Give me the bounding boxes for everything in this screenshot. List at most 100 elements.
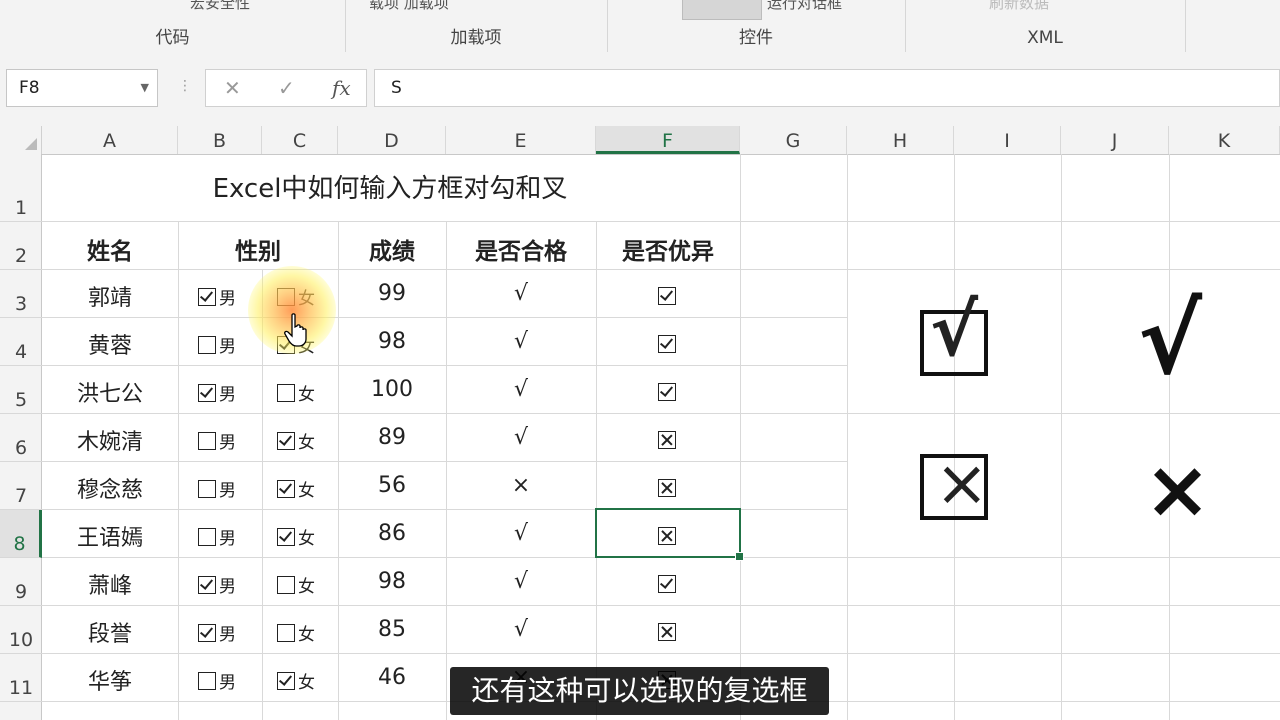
checkbox-male[interactable]: 男 xyxy=(198,380,262,406)
pass-cell: √ xyxy=(513,281,529,306)
gridline xyxy=(740,154,741,720)
score-cell: 89 xyxy=(378,425,406,450)
row-header-1[interactable]: 1 xyxy=(0,154,42,222)
checkbox-icon[interactable] xyxy=(198,432,216,450)
pass-cell: √ xyxy=(513,329,529,354)
gridline xyxy=(1169,154,1170,720)
cancel-icon[interactable]: ✕ xyxy=(224,76,241,100)
column-header-h[interactable]: H xyxy=(847,126,954,154)
row-header-7[interactable]: 7 xyxy=(0,462,42,510)
checkbox-female[interactable]: 女 xyxy=(277,668,338,694)
gridline xyxy=(1061,154,1062,720)
refresh-data-button[interactable]: 刷新数据 xyxy=(989,0,1049,13)
row-header-4[interactable]: 4 xyxy=(0,318,42,366)
ribbon-group-addins: 载项 加载项 加载项 xyxy=(345,0,608,52)
insert-function-icon[interactable]: fx xyxy=(332,76,351,100)
checkbox-icon[interactable] xyxy=(198,576,216,594)
column-header-f[interactable]: F xyxy=(596,126,740,154)
excellent-cell xyxy=(596,428,740,453)
checkbox-icon[interactable] xyxy=(198,528,216,546)
run-dialog-button[interactable]: 运行对话框 xyxy=(767,0,842,13)
checkbox-male[interactable]: 男 xyxy=(198,332,262,358)
checkbox-icon[interactable] xyxy=(277,432,295,450)
student-name: 段誉 xyxy=(87,622,132,647)
column-header-g[interactable]: G xyxy=(740,126,847,154)
header-gender: 性别 xyxy=(235,239,281,265)
column-header-d[interactable]: D xyxy=(338,126,446,154)
score-cell: 98 xyxy=(378,569,406,594)
student-name: 萧峰 xyxy=(87,574,132,599)
row-header-11[interactable]: 11 xyxy=(0,654,42,702)
ribbon-group-controls: 运行对话框 控件 xyxy=(607,0,906,52)
video-caption: 还有这种可以选取的复选框 xyxy=(450,667,829,715)
checkbox-male[interactable]: 男 xyxy=(198,524,262,550)
excellent-cell xyxy=(596,380,740,405)
name-box[interactable]: F8 ▼ xyxy=(6,69,158,107)
select-all-corner[interactable] xyxy=(0,126,42,154)
checkbox-icon[interactable] xyxy=(198,384,216,402)
checkbox-female[interactable]: 女 xyxy=(277,428,338,454)
column-header-b[interactable]: B xyxy=(178,126,262,154)
student-name: 华筝 xyxy=(87,670,132,695)
group-label-xml: XML xyxy=(1027,28,1063,48)
checkbox-icon[interactable] xyxy=(198,672,216,690)
score-cell: 56 xyxy=(378,473,406,498)
column-header-j[interactable]: J xyxy=(1061,126,1169,154)
column-header-e[interactable]: E xyxy=(446,126,596,154)
checkbox-icon[interactable] xyxy=(198,336,216,354)
selected-cell-f8[interactable] xyxy=(595,508,744,561)
column-header-a[interactable]: A xyxy=(42,126,178,154)
checkbox-female[interactable]: 女 xyxy=(277,476,338,502)
checkbox-icon[interactable] xyxy=(277,624,295,642)
checkbox-icon[interactable] xyxy=(277,528,295,546)
hand-cursor-icon xyxy=(284,313,307,347)
row-header-3[interactable]: 3 xyxy=(0,270,42,318)
column-header-k[interactable]: K xyxy=(1169,126,1280,154)
checkbox-female[interactable]: 女 xyxy=(277,524,338,550)
checked-box-icon xyxy=(657,575,676,593)
excellent-cell xyxy=(596,620,740,645)
control-preview[interactable] xyxy=(682,0,762,20)
row-header-8[interactable]: 8 xyxy=(0,510,42,558)
row-header-6[interactable]: 6 xyxy=(0,414,42,462)
gridline xyxy=(42,221,1280,222)
sheet-title: Excel中如何输入方框对勾和叉 xyxy=(212,174,568,204)
checkbox-icon[interactable] xyxy=(277,480,295,498)
checkbox-male[interactable]: 男 xyxy=(198,572,262,598)
column-header-i[interactable]: I xyxy=(954,126,1061,154)
group-label-controls: 控件 xyxy=(739,28,773,48)
addins-button[interactable]: 载项 加载项 xyxy=(369,0,449,13)
checkbox-female[interactable]: 女 xyxy=(277,620,338,646)
checkbox-icon[interactable] xyxy=(277,672,295,690)
row-header-5[interactable]: 5 xyxy=(0,366,42,414)
pass-cell: √ xyxy=(513,377,529,402)
checkbox-icon[interactable] xyxy=(198,480,216,498)
macro-security-button[interactable]: 宏安全性 xyxy=(190,0,250,13)
column-headers: A B C D E F G H I J K xyxy=(0,126,1280,155)
checkbox-icon[interactable] xyxy=(277,576,295,594)
checkbox-male[interactable]: 男 xyxy=(198,428,262,454)
big-cross-icon: × xyxy=(1144,443,1212,536)
checkbox-female[interactable]: 女 xyxy=(277,572,338,598)
checkbox-male[interactable]: 男 xyxy=(198,476,262,502)
score-cell: 98 xyxy=(378,329,406,354)
checkbox-icon[interactable] xyxy=(198,288,216,306)
checkbox-male[interactable]: 男 xyxy=(198,668,262,694)
pass-cell: × xyxy=(511,473,531,498)
formula-input[interactable]: S xyxy=(374,69,1280,107)
checkbox-icon[interactable] xyxy=(277,384,295,402)
crossed-box-icon xyxy=(657,431,676,449)
checkbox-female[interactable]: 女 xyxy=(277,380,338,406)
row-header-10[interactable]: 10 xyxy=(0,606,42,654)
column-header-c[interactable]: C xyxy=(262,126,338,154)
chevron-down-icon[interactable]: ▼ xyxy=(141,70,149,106)
checkbox-male[interactable]: 男 xyxy=(198,620,262,646)
resize-handle-icon[interactable]: ⋮ xyxy=(178,78,192,94)
enter-icon[interactable]: ✓ xyxy=(278,76,295,100)
row-header-9[interactable]: 9 xyxy=(0,558,42,606)
header-name: 姓名 xyxy=(87,239,133,265)
checkbox-icon[interactable] xyxy=(198,624,216,642)
row-header-2[interactable]: 2 xyxy=(0,222,42,270)
excellent-cell xyxy=(596,476,740,501)
spreadsheet-grid[interactable]: Excel中如何输入方框对勾和叉 姓名 性别 成绩 是否合格 是否优异 郭靖男女… xyxy=(42,154,1280,720)
